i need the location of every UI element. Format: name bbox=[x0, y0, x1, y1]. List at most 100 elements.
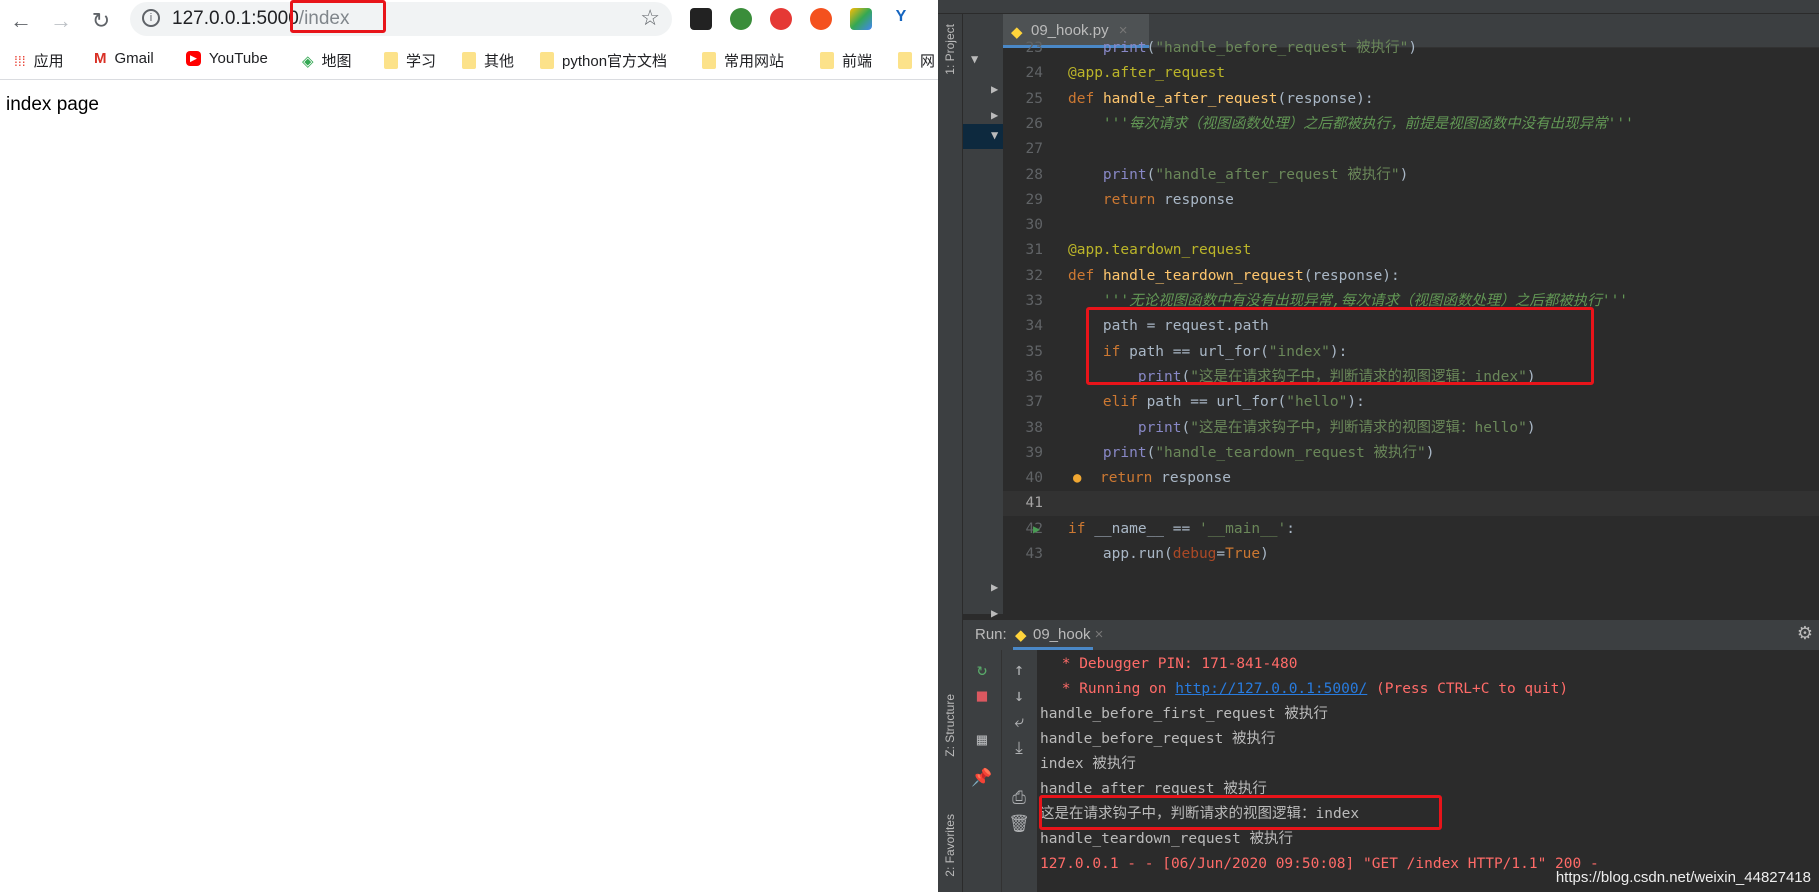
code-text: def handle_teardown_request(response): bbox=[1068, 267, 1400, 284]
console-line: * Running on http://127.0.0.1:5000/ (Pre… bbox=[1053, 677, 1568, 702]
code-line[interactable]: 32 def handle_teardown_request(response): bbox=[1003, 264, 1819, 289]
code-line[interactable]: 41 bbox=[1003, 491, 1819, 517]
reload-button[interactable]: ↻ bbox=[86, 6, 116, 36]
code-text: print("handle_after_request 被执行") bbox=[1102, 166, 1409, 183]
server-link[interactable]: http://127.0.0.1:5000/ bbox=[1175, 681, 1367, 697]
extension-icon[interactable] bbox=[690, 8, 712, 30]
bookmark-label: 前端 bbox=[842, 53, 873, 70]
favorites-tool-button[interactable]: 2: Favorites bbox=[943, 814, 957, 877]
code-line[interactable]: 27 bbox=[1003, 137, 1819, 162]
youtube-icon: ▶ bbox=[186, 51, 201, 66]
line-number: 43 bbox=[1025, 546, 1043, 562]
code-text: '''每次请求（视图函数处理）之后都被执行，前提是视图函数中没有出现异常''' bbox=[1102, 115, 1634, 132]
trash-icon[interactable]: 🗑 bbox=[1008, 814, 1030, 836]
code-line[interactable]: 38 print("这是在请求钩子中，判断请求的视图逻辑：hello") bbox=[1003, 416, 1819, 441]
back-button[interactable]: ← bbox=[6, 6, 36, 36]
code-line[interactable]: 31 @app.teardown_request bbox=[1003, 238, 1819, 263]
gear-icon[interactable]: ⚙ bbox=[1797, 623, 1813, 644]
code-text: @app.teardown_request bbox=[1068, 242, 1252, 259]
up-arrow-icon[interactable]: ↑ bbox=[1008, 660, 1030, 682]
extension-icon[interactable] bbox=[810, 8, 832, 30]
bookmark-folder[interactable]: 网 bbox=[898, 50, 935, 71]
run-tab-09-hook[interactable]: ◆ 09_hook × bbox=[1013, 620, 1103, 650]
bookmark-folder[interactable]: 常用网站 bbox=[702, 50, 784, 71]
code-text: if __name__ == '__main__': bbox=[1068, 520, 1296, 537]
code-text: print("handle_teardown_request 被执行") bbox=[1102, 444, 1435, 461]
run-console[interactable]: ↻ ■ ▦ 📌 ↑ ↓ ⤶ ⤓ ⎙ 🗑 * Debugger PIN: 171-… bbox=[963, 650, 1819, 892]
bookmark-folder[interactable]: 前端 bbox=[820, 50, 872, 71]
bookmark-apps[interactable]: ⁞⁞⁞ 应用 bbox=[14, 50, 64, 71]
code-line[interactable]: 29 return response bbox=[1003, 188, 1819, 213]
line-number: 23 bbox=[1025, 40, 1043, 56]
code-text: app.run(debug=True) bbox=[1068, 546, 1269, 562]
bookmark-gmail[interactable]: M Gmail bbox=[94, 50, 154, 67]
navigation-bar bbox=[938, 0, 1819, 14]
bookmark-label: 常用网站 bbox=[724, 53, 785, 70]
code-line[interactable]: 24 @app.after_request bbox=[1003, 61, 1819, 86]
rerun-icon[interactable]: ↻ bbox=[971, 660, 993, 682]
run-tab-label: 09_hook bbox=[1033, 626, 1091, 643]
soft-wrap-icon[interactable]: ⤶ bbox=[1008, 712, 1030, 734]
code-line[interactable]: 40 return response ● bbox=[1003, 466, 1819, 491]
close-icon[interactable]: × bbox=[1095, 626, 1104, 643]
browser-toolbar: ← → ↻ i 127.0.0.1:5000/index ☆ Y bbox=[0, 0, 938, 42]
folder-icon bbox=[540, 52, 554, 69]
collapse-arrow-icon[interactable]: ▶ bbox=[991, 606, 998, 620]
code-line[interactable]: 43 app.run(debug=True) bbox=[1003, 542, 1819, 567]
selected-tree-row[interactable]: ▼ bbox=[963, 124, 1003, 149]
adblock-icon[interactable] bbox=[770, 8, 792, 30]
bookmark-maps[interactable]: ◈ 地图 bbox=[302, 50, 352, 71]
extension-icon[interactable]: Y bbox=[890, 8, 912, 30]
extension-icon[interactable] bbox=[850, 8, 872, 30]
bookmark-folder[interactable]: 学习 bbox=[384, 50, 436, 71]
console-line: handle_teardown_request 被执行 bbox=[1040, 831, 1294, 847]
bookmark-folder[interactable]: 其他 bbox=[462, 50, 514, 71]
lightbulb-icon[interactable]: ● bbox=[1073, 466, 1081, 491]
bookmark-label: 学习 bbox=[406, 53, 437, 70]
collapse-arrow-icon[interactable]: ▶ bbox=[991, 82, 998, 96]
code-line[interactable]: 42 if __name__ == '__main__': ▶ bbox=[1003, 517, 1819, 542]
info-icon[interactable]: i bbox=[142, 9, 160, 27]
code-line[interactable]: 30 bbox=[1003, 213, 1819, 238]
bookmarks-bar: ⁞⁞⁞ 应用 M Gmail ▶ YouTube ◈ 地图 学习 其他 python官方… bbox=[0, 42, 938, 80]
run-tool-header: Run: ◆ 09_hook × ⚙ bbox=[963, 620, 1819, 650]
forward-button[interactable]: → bbox=[46, 6, 76, 36]
extension-icon[interactable] bbox=[730, 8, 752, 30]
code-text: elif path == url_for("hello"): bbox=[1102, 394, 1365, 411]
code-line[interactable]: 26 '''每次请求（视图函数处理）之后都被执行，前提是视图函数中没有出现异常'… bbox=[1003, 112, 1819, 137]
console-text: * Running on bbox=[1053, 681, 1176, 697]
run-gutter-icon[interactable]: ▶ bbox=[1033, 517, 1040, 542]
scroll-to-end-icon[interactable]: ⤓ bbox=[1008, 738, 1030, 760]
code-line[interactable]: 23 print("handle_before_request 被执行") bbox=[1003, 36, 1819, 61]
url-highlight-box bbox=[290, 0, 386, 33]
structure-tool-button[interactable]: Z: Structure bbox=[943, 694, 957, 757]
bookmark-label: 网 bbox=[920, 53, 936, 70]
line-number: 25 bbox=[1025, 90, 1043, 107]
stop-icon[interactable]: ■ bbox=[971, 686, 993, 708]
project-tool-button[interactable]: 1: Project bbox=[943, 24, 957, 75]
bookmark-youtube[interactable]: ▶ YouTube bbox=[186, 50, 268, 67]
print-icon[interactable]: ⎙ bbox=[1008, 788, 1030, 810]
pin-icon[interactable]: 📌 bbox=[971, 768, 993, 790]
code-line[interactable]: 25 def handle_after_request(response): bbox=[1003, 87, 1819, 112]
code-line[interactable]: 28 print("handle_after_request 被执行") bbox=[1003, 163, 1819, 188]
expand-arrow-icon[interactable]: ▼ bbox=[971, 52, 978, 66]
down-arrow-icon[interactable]: ↓ bbox=[1008, 686, 1030, 708]
code-text: print("这是在请求钩子中，判断请求的视图逻辑：hello") bbox=[1137, 419, 1536, 436]
code-line[interactable]: 39 print("handle_teardown_request 被执行") bbox=[1003, 441, 1819, 466]
layout-icon[interactable]: ▦ bbox=[971, 730, 993, 752]
code-line[interactable]: 37 elif path == url_for("hello"): bbox=[1003, 390, 1819, 415]
project-panel: ▼ ▶ ▶ ▼ ▶ ▶ bbox=[963, 14, 1003, 620]
collapse-arrow-icon[interactable]: ▶ bbox=[991, 580, 998, 594]
line-number: 28 bbox=[1025, 166, 1043, 183]
line-number: 36 bbox=[1025, 368, 1043, 385]
console-toolbar: ↑ ↓ ⤶ ⤓ ⎙ 🗑 bbox=[1001, 650, 1037, 892]
line-number: 40 bbox=[1025, 470, 1043, 487]
collapse-arrow-icon[interactable]: ▶ bbox=[991, 108, 998, 122]
address-bar[interactable]: i 127.0.0.1:5000/index ☆ bbox=[130, 2, 672, 36]
bookmark-folder[interactable]: python官方文档 bbox=[540, 50, 667, 71]
line-number: 27 bbox=[1025, 141, 1043, 158]
line-number: 24 bbox=[1025, 65, 1043, 82]
code-text: return response bbox=[1102, 191, 1234, 208]
bookmark-star-icon[interactable]: ☆ bbox=[640, 5, 660, 31]
